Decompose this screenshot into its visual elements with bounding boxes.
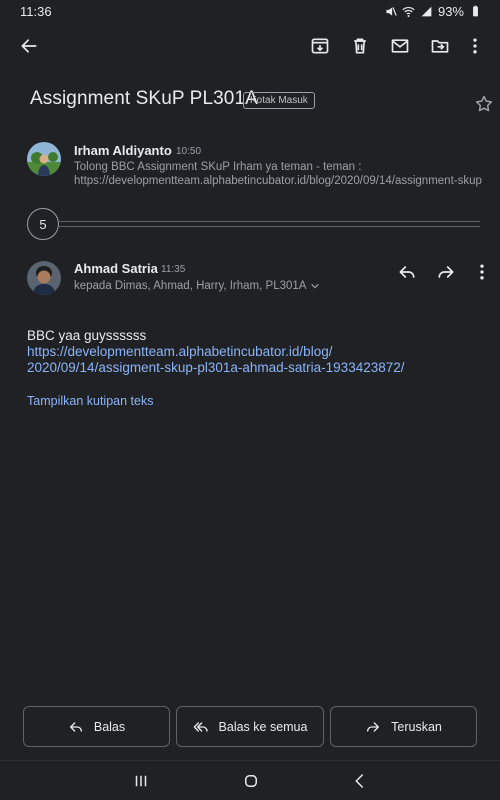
recents-button[interactable] [121, 769, 161, 793]
divider-line [59, 221, 480, 222]
signal-icon [421, 6, 432, 16]
star-icon [475, 95, 493, 112]
more-options-button[interactable] [457, 28, 493, 64]
reply-label: Balas [93, 719, 126, 734]
mute-icon [386, 6, 397, 16]
sender-name: Ahmad Satria [74, 261, 158, 276]
inbox-label-chip[interactable]: Kotak Masuk [243, 92, 315, 109]
system-back-button[interactable] [340, 769, 380, 793]
message-time: 10:50 [176, 146, 202, 157]
status-icons: 93% [384, 4, 482, 19]
more-vert-icon [480, 264, 484, 280]
body-text: BBC yaa guyssssss [27, 328, 147, 343]
avatar-photo-icon [27, 261, 61, 295]
hidden-messages-count[interactable]: 5 [27, 208, 59, 240]
collapsed-message[interactable]: Irham Aldiyanto 10:50 Tolong BBC Assignm… [0, 136, 500, 198]
forward-icon [438, 266, 454, 278]
battery-icon [473, 5, 478, 16]
body-link[interactable]: https://developmentteam.alphabetincubato… [27, 344, 477, 376]
reply-all-label: Balas ke semua [218, 719, 308, 734]
message-body: BBC yaa guyssssss https://developmenttea… [27, 328, 477, 376]
open-message-header: Ahmad Satria 11:35 kepada Dimas, Ahmad, … [0, 254, 500, 304]
reply-all-icon [193, 721, 208, 732]
show-quoted-text-link[interactable]: Tampilkan kutipan teks [27, 394, 153, 408]
avatar-photo-icon [27, 142, 61, 176]
star-button[interactable] [466, 86, 500, 122]
message-snippet: Tolong BBC Assignment SKuP Irham ya tema… [74, 161, 482, 187]
move-to-icon [431, 40, 449, 53]
status-bar: 11:36 93% [0, 0, 500, 22]
chevron-down-icon [311, 283, 320, 289]
system-nav-bar [0, 760, 500, 800]
recents-icon [135, 775, 147, 787]
move-to-button[interactable] [422, 28, 458, 64]
status-time: 11:36 [20, 3, 52, 19]
chevron-left-icon [355, 774, 363, 788]
back-button[interactable] [11, 28, 47, 64]
recipients-toggle[interactable]: kepada Dimas, Ahmad, Harry, Irham, PL301… [74, 280, 320, 292]
action-row: Balas Balas ke semua Teruskan [0, 706, 500, 748]
mark-unread-button[interactable] [382, 28, 418, 64]
body-link-line: https://developmentteam.alphabetincubato… [27, 344, 333, 359]
delete-button[interactable] [342, 28, 378, 64]
forward-button[interactable]: Teruskan [330, 706, 477, 747]
wifi-icon [402, 6, 415, 17]
divider-line [59, 226, 480, 227]
forward-icon [367, 721, 380, 732]
reply-all-button[interactable]: Balas ke semua [176, 706, 324, 747]
subject-row: Assignment SKuP PL301A Kotak Masuk [0, 84, 500, 118]
recipients-list: kepada Dimas, Ahmad, Harry, Irham, PL301… [74, 280, 307, 292]
reply-icon [399, 266, 415, 278]
more-vert-icon [473, 38, 477, 54]
back-arrow-icon [21, 39, 37, 53]
message-time: 11:35 [161, 264, 186, 275]
mark-unread-icon [391, 39, 409, 53]
home-button[interactable] [231, 769, 271, 793]
email-subject: Assignment SKuP PL301A [30, 88, 258, 109]
battery-percent: 93% [437, 3, 464, 19]
sender-name: Irham Aldiyanto [74, 143, 172, 158]
avatar [27, 261, 61, 295]
message-more-button[interactable] [464, 254, 500, 290]
app-bar [0, 24, 500, 68]
home-icon [245, 775, 257, 787]
archive-button[interactable] [302, 28, 338, 64]
reply-icon [69, 721, 82, 732]
avatar [27, 142, 61, 176]
archive-icon [311, 38, 329, 54]
delete-icon [354, 38, 366, 54]
reply-icon-button[interactable] [389, 254, 425, 290]
forward-label: Teruskan [391, 719, 442, 734]
reply-button[interactable]: Balas [23, 706, 170, 747]
forward-icon-button[interactable] [428, 254, 464, 290]
body-link-line: 2020/09/14/assigment-skup-pl301a-ahmad-s… [27, 360, 405, 375]
hidden-messages-expander[interactable]: 5 [0, 206, 500, 242]
